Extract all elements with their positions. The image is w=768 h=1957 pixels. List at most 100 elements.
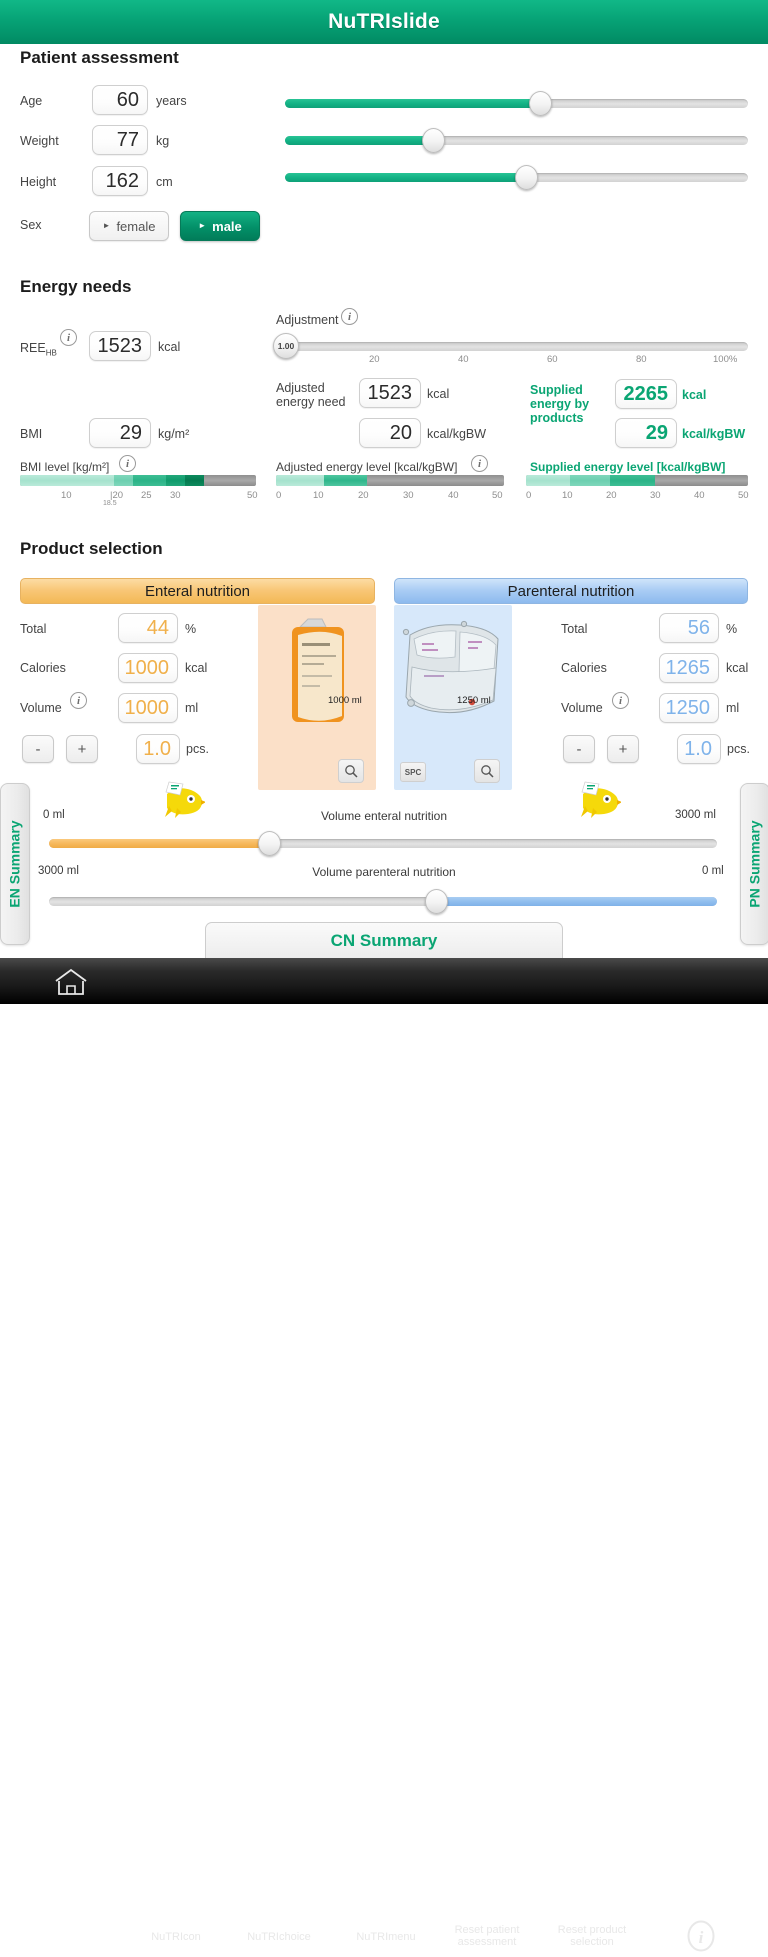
parenteral-volume-input[interactable]: 1250 [659, 693, 719, 723]
parenteral-volume-unit: ml [726, 701, 740, 715]
enteral-volume-slider-fill [49, 839, 270, 848]
parenteral-magnifier-icon[interactable] [474, 759, 500, 783]
bmi-seg-4 [166, 475, 186, 486]
enteral-total-input[interactable]: 44 [118, 613, 178, 643]
adjustment-tick-20: 20 [369, 354, 380, 365]
page-title-product-selection: Product selection [20, 539, 163, 558]
bottom-info-icon[interactable]: i [686, 1920, 716, 1957]
age-slider-handle[interactable] [528, 91, 552, 116]
supplied-energy-input: 2265 [615, 379, 677, 409]
sex-female-button[interactable]: ► female [89, 211, 169, 241]
enteral-calories-input[interactable]: 1000 [118, 653, 178, 683]
parenteral-volume-min-label: 0 ml [702, 865, 724, 877]
height-slider[interactable] [285, 165, 748, 190]
bmi-seg-2 [114, 475, 134, 486]
weight-label: Weight [20, 134, 59, 148]
ree-input[interactable]: 1523 [89, 331, 151, 361]
height-slider-handle[interactable] [514, 165, 538, 190]
age-slider[interactable] [285, 91, 748, 116]
adjustment-slider[interactable]: 1.00 [273, 333, 748, 359]
cn-summary-button[interactable]: CN Summary [205, 922, 563, 958]
adjusted-energy-level-label: Adjusted energy level [kcal/kgBW] [276, 460, 458, 474]
adjusted-energy-need-input[interactable]: 1523 [359, 378, 421, 408]
height-slider-fill [285, 173, 526, 182]
reset-patient-line1: Reset patient [454, 1924, 520, 1936]
enteral-volume-slider-label: Volume enteral nutrition [320, 809, 448, 823]
enteral-volume-info-icon[interactable]: i [70, 692, 87, 709]
reset-patient-line2: assessment [457, 1936, 517, 1948]
parenteral-decrease-button[interactable]: - [563, 735, 595, 763]
reset-patient-assessment-button[interactable]: Reset patient assessment [447, 1924, 527, 1948]
home-icon[interactable] [53, 968, 89, 1001]
bmi-tick-30: 30 [170, 490, 181, 501]
weight-slider-handle[interactable] [422, 128, 446, 153]
parenteral-volume-slider[interactable] [49, 889, 717, 914]
search-icon [345, 765, 358, 778]
bottom-item-nutrimenu[interactable]: NuTRImenu [352, 1931, 420, 1943]
reset-product-line1: Reset product [557, 1924, 627, 1936]
svg-text:i: i [699, 1928, 704, 1947]
enteral-decrease-button[interactable]: - [22, 735, 54, 763]
parenteral-nutrition-header[interactable]: Parenteral nutrition [394, 578, 748, 604]
enteral-increase-button[interactable]: + [66, 735, 98, 763]
ree-label-text: REE [20, 341, 46, 355]
bmi-level-info-icon[interactable]: i [119, 455, 136, 472]
adjustment-info-icon[interactable]: i [341, 308, 358, 325]
bmi-unit: kg/m² [158, 427, 190, 441]
enteral-volume-slider-handle[interactable] [258, 831, 282, 856]
bottom-item-nutrichoice[interactable]: NuTRIchoice [241, 1931, 317, 1943]
enteral-pieces-input[interactable]: 1.0 [136, 734, 180, 764]
parenteral-spc-button[interactable]: SPC [400, 762, 426, 782]
enteral-volume-input[interactable]: 1000 [118, 693, 178, 723]
enteral-volume-slider[interactable] [49, 831, 717, 856]
ree-info-icon[interactable]: i [60, 329, 77, 346]
bmi-seg-3 [133, 475, 167, 486]
age-label: Age [20, 94, 43, 108]
bottom-item-nutricon[interactable]: NuTRIcon [146, 1931, 206, 1943]
en-summary-label: EN Summary [7, 820, 23, 908]
adjustment-label: Adjustment [276, 313, 339, 327]
adjustment-slider-handle[interactable]: 1.00 [273, 333, 299, 359]
bmi-tick-18-5: 18.5 [103, 500, 117, 507]
enteral-nutrition-header[interactable]: Enteral nutrition [20, 578, 375, 604]
ree-subscript: HB [45, 348, 57, 358]
supplied-energy-per-kg-unit: kcal/kgBW [682, 427, 746, 441]
age-unit: years [156, 94, 187, 108]
parenteral-increase-button[interactable]: + [607, 735, 639, 763]
parenteral-total-input[interactable]: 56 [659, 613, 719, 643]
reset-product-selection-button[interactable]: Reset product selection [551, 1924, 633, 1948]
sup-tick-50: 50 [738, 490, 749, 501]
sup-tick-0: 0 [526, 490, 532, 501]
enteral-volume-unit: ml [185, 701, 199, 715]
adjusted-energy-level-bar [276, 475, 504, 486]
enteral-volume-max-label: 3000 ml [675, 809, 716, 821]
age-input[interactable]: 60 [92, 85, 148, 115]
bmi-level-label: BMI level [kg/m²] [20, 460, 110, 474]
supplied-energy-per-kg-input: 29 [615, 418, 677, 448]
ree-label: REEHB [20, 341, 57, 358]
supplied-energy-level-label: Supplied energy level [kcal/kgBW] [530, 460, 726, 474]
weight-slider[interactable] [285, 128, 748, 153]
adjusted-energy-per-kg-input[interactable]: 20 [359, 418, 421, 448]
parenteral-volume-info-icon[interactable]: i [612, 692, 629, 709]
height-input[interactable]: 162 [92, 166, 148, 196]
enteral-magnifier-icon[interactable] [338, 759, 364, 783]
weight-input[interactable]: 77 [92, 125, 148, 155]
sidebar-item-pn-summary[interactable]: PN Summary [740, 783, 768, 945]
adjustment-tick-60: 60 [547, 354, 558, 365]
bmi-tick-25: 25 [141, 490, 152, 501]
sup-tick-30: 30 [650, 490, 661, 501]
sex-male-button[interactable]: ► male [180, 211, 260, 241]
adjusted-energy-need-label: Adjusted energy need [276, 381, 346, 409]
adjustment-tick-80: 80 [636, 354, 647, 365]
parenteral-pieces-unit: pcs. [727, 742, 750, 756]
triangle-icon: ► [102, 221, 111, 230]
sidebar-item-en-summary[interactable]: EN Summary [0, 783, 30, 945]
sup-tick-40: 40 [694, 490, 705, 501]
enteral-pieces-unit: pcs. [186, 742, 209, 756]
parenteral-pieces-input[interactable]: 1.0 [677, 734, 721, 764]
parenteral-volume-slider-handle[interactable] [425, 889, 449, 914]
parenteral-calories-input[interactable]: 1265 [659, 653, 719, 683]
adjusted-energy-level-info-icon[interactable]: i [471, 455, 488, 472]
triangle-icon: ► [198, 221, 207, 230]
